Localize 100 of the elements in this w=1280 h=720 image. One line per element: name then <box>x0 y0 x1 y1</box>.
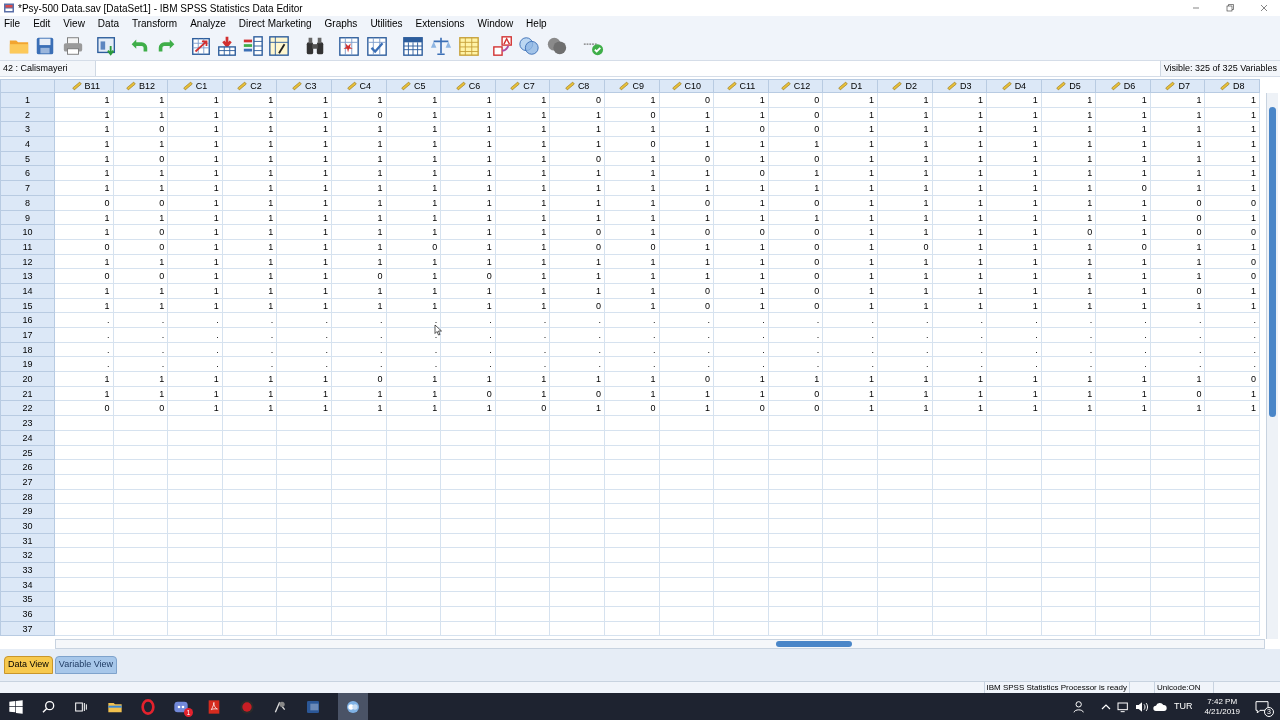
table-cell[interactable] <box>659 533 715 549</box>
table-cell[interactable]: 1 <box>222 269 278 284</box>
table-cell[interactable]: . <box>1041 357 1097 373</box>
table-cell[interactable] <box>113 621 169 637</box>
table-cell[interactable]: 1 <box>823 166 878 182</box>
table-cell[interactable]: 1 <box>386 372 442 387</box>
table-cell[interactable]: 1 <box>168 93 223 108</box>
table-cell[interactable]: . <box>823 357 878 373</box>
table-cell[interactable]: 1 <box>1096 151 1151 167</box>
table-cell[interactable]: 1 <box>987 137 1042 152</box>
table-cell[interactable] <box>386 460 442 475</box>
table-cell[interactable] <box>604 518 660 534</box>
table-cell[interactable]: 1 <box>877 122 933 138</box>
table-cell[interactable]: 0 <box>1041 225 1097 240</box>
table-cell[interactable]: 1 <box>168 137 223 152</box>
table-cell[interactable]: 1 <box>1150 107 1206 123</box>
table-cell[interactable] <box>550 533 605 549</box>
table-cell[interactable]: . <box>659 357 715 373</box>
scrollbar-thumb[interactable] <box>776 641 852 647</box>
table-cell[interactable] <box>331 607 387 622</box>
table-cell[interactable] <box>550 474 605 490</box>
table-cell[interactable] <box>168 548 223 563</box>
table-cell[interactable] <box>659 592 715 608</box>
printer-icon[interactable] <box>62 34 84 57</box>
table-cell[interactable]: 1 <box>441 166 496 182</box>
table-cell[interactable] <box>441 563 496 578</box>
table-cell[interactable] <box>277 533 332 549</box>
table-cell[interactable]: 1 <box>331 151 387 167</box>
table-cell[interactable] <box>604 504 660 519</box>
table-cell[interactable]: 1 <box>495 122 551 138</box>
table-cell[interactable] <box>877 563 933 578</box>
table-cell[interactable]: 1 <box>932 181 988 196</box>
table-cell[interactable]: 0 <box>604 401 660 417</box>
table-cell[interactable] <box>1205 430 1261 446</box>
table-cell[interactable] <box>823 621 878 637</box>
table-cell[interactable] <box>495 607 551 622</box>
table-cell[interactable] <box>932 533 988 549</box>
table-cell[interactable] <box>331 445 387 461</box>
table-cell[interactable]: 1 <box>222 93 278 108</box>
table-cell[interactable]: 1 <box>441 107 496 123</box>
table-cell[interactable] <box>1205 563 1261 578</box>
table-cell[interactable] <box>495 548 551 563</box>
menu-item[interactable]: Data <box>97 16 119 31</box>
table-cell[interactable]: 1 <box>768 181 824 196</box>
table-cell[interactable]: 1 <box>1041 122 1097 138</box>
table-cell[interactable]: 1 <box>550 283 605 299</box>
table-cell[interactable] <box>823 518 878 534</box>
table-cell[interactable] <box>1096 445 1151 461</box>
table-cell[interactable] <box>1205 607 1261 622</box>
table-cell[interactable] <box>1205 474 1261 490</box>
table-cell[interactable] <box>604 460 660 475</box>
table-cell[interactable]: 1 <box>277 386 332 402</box>
table-cell[interactable]: . <box>168 313 223 328</box>
row-header[interactable]: 19 <box>0 357 55 373</box>
table-cell[interactable] <box>277 518 332 534</box>
table-cell[interactable] <box>386 518 442 534</box>
table-cell[interactable] <box>222 445 278 461</box>
table-cell[interactable]: 1 <box>550 137 605 152</box>
table-cell[interactable]: 1 <box>550 254 605 270</box>
table-cell[interactable]: 1 <box>441 195 496 211</box>
table-cell[interactable]: . <box>659 313 715 328</box>
input-language[interactable]: TUR <box>1173 700 1193 714</box>
table-cell[interactable] <box>331 577 387 593</box>
table-cell[interactable]: 0 <box>550 298 605 314</box>
table-cell[interactable]: 1 <box>441 122 496 138</box>
table-cell[interactable] <box>1205 592 1261 608</box>
row-header[interactable]: 17 <box>0 328 55 343</box>
table-cell[interactable]: 1 <box>877 195 933 211</box>
table-cell[interactable] <box>277 563 332 578</box>
table-cell[interactable]: . <box>331 342 387 358</box>
table-cell[interactable]: 1 <box>386 137 442 152</box>
table-check-icon[interactable] <box>366 34 388 57</box>
table-cell[interactable]: 1 <box>222 181 278 196</box>
table-cell[interactable] <box>550 489 605 505</box>
table-cell[interactable] <box>1150 416 1206 431</box>
table-cell[interactable]: 1 <box>932 298 988 314</box>
table-cell[interactable] <box>331 460 387 475</box>
table-cell[interactable]: 1 <box>386 151 442 167</box>
table-cell[interactable]: 0 <box>659 298 715 314</box>
menu-item[interactable]: Extensions <box>415 16 465 31</box>
table-cell[interactable]: 1 <box>222 283 278 299</box>
table-cell[interactable] <box>495 504 551 519</box>
table-cell[interactable] <box>823 445 878 461</box>
table-cell[interactable]: . <box>604 328 660 343</box>
table-cell[interactable]: 0 <box>768 401 824 417</box>
table-cell[interactable]: . <box>659 342 715 358</box>
table-cell[interactable] <box>59 518 114 534</box>
table-cell[interactable] <box>1205 445 1261 461</box>
table-cell[interactable] <box>386 621 442 637</box>
table-cell[interactable]: 0 <box>495 401 551 417</box>
table-cell[interactable]: . <box>768 342 824 358</box>
table-cell[interactable] <box>932 518 988 534</box>
table-cell[interactable]: 1 <box>823 401 878 417</box>
table-cell[interactable]: 1 <box>823 122 878 138</box>
table-cell[interactable] <box>386 563 442 578</box>
table-cell[interactable] <box>823 416 878 431</box>
table-cell[interactable]: . <box>1150 328 1206 343</box>
table-cell[interactable]: 1 <box>550 195 605 211</box>
table-cell[interactable] <box>987 460 1042 475</box>
table-cell[interactable] <box>550 563 605 578</box>
